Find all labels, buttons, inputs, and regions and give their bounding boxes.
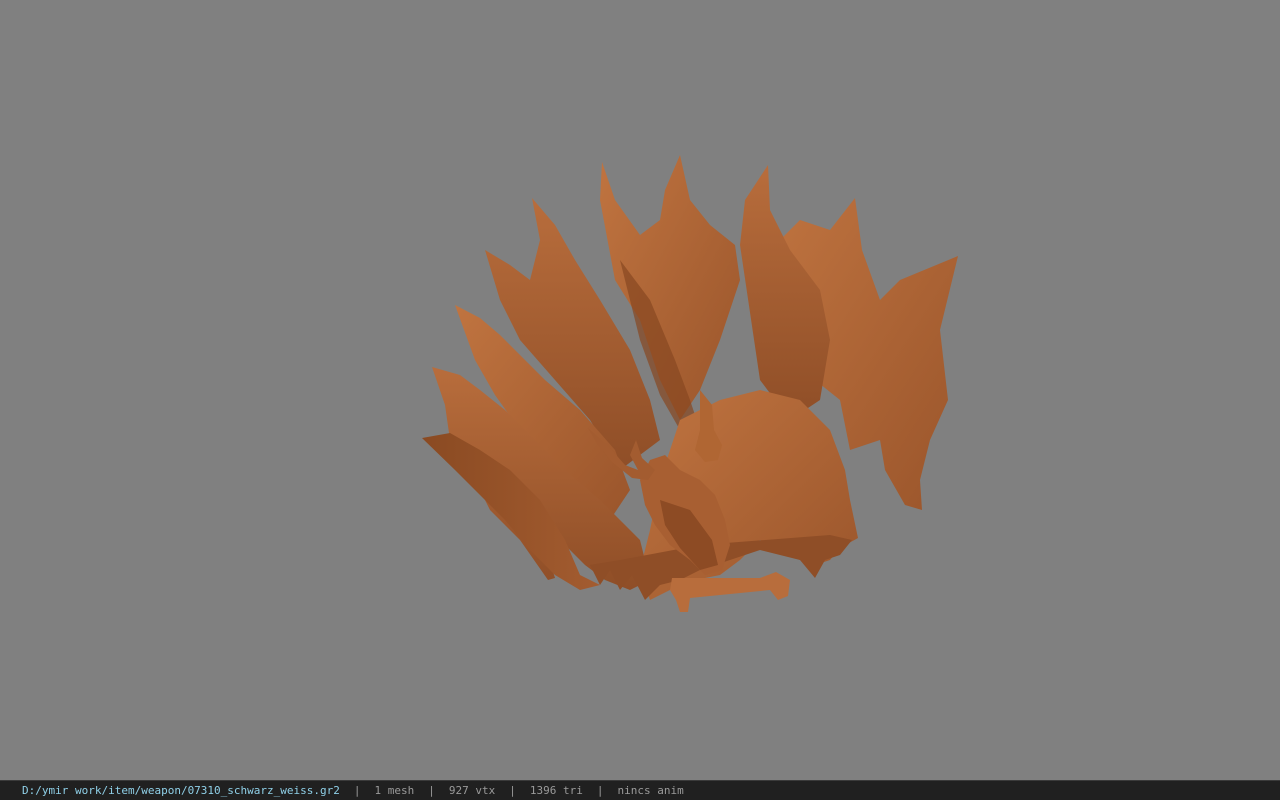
vertex-count: 927 vtx	[448, 784, 496, 797]
model-render	[422, 155, 958, 612]
mesh-count: 1 mesh	[374, 784, 415, 797]
triangle-count: 1396 tri	[529, 784, 583, 797]
separator: |	[353, 784, 361, 797]
model-viewer-window: D:/ymir work/item/weapon/07310_schwarz_w…	[0, 0, 1280, 800]
bone-staff	[670, 572, 790, 612]
separator: |	[596, 784, 604, 797]
status-bar: D:/ymir work/item/weapon/07310_schwarz_w…	[0, 780, 1280, 800]
3d-viewport[interactable]	[0, 0, 1280, 780]
separator: |	[509, 784, 516, 797]
file-path: D:/ymir work/item/weapon/07310_schwarz_w…	[22, 784, 340, 797]
animation-status: nincs anim	[617, 784, 684, 797]
separator: |	[428, 784, 435, 797]
tail-right-mid	[740, 165, 830, 420]
